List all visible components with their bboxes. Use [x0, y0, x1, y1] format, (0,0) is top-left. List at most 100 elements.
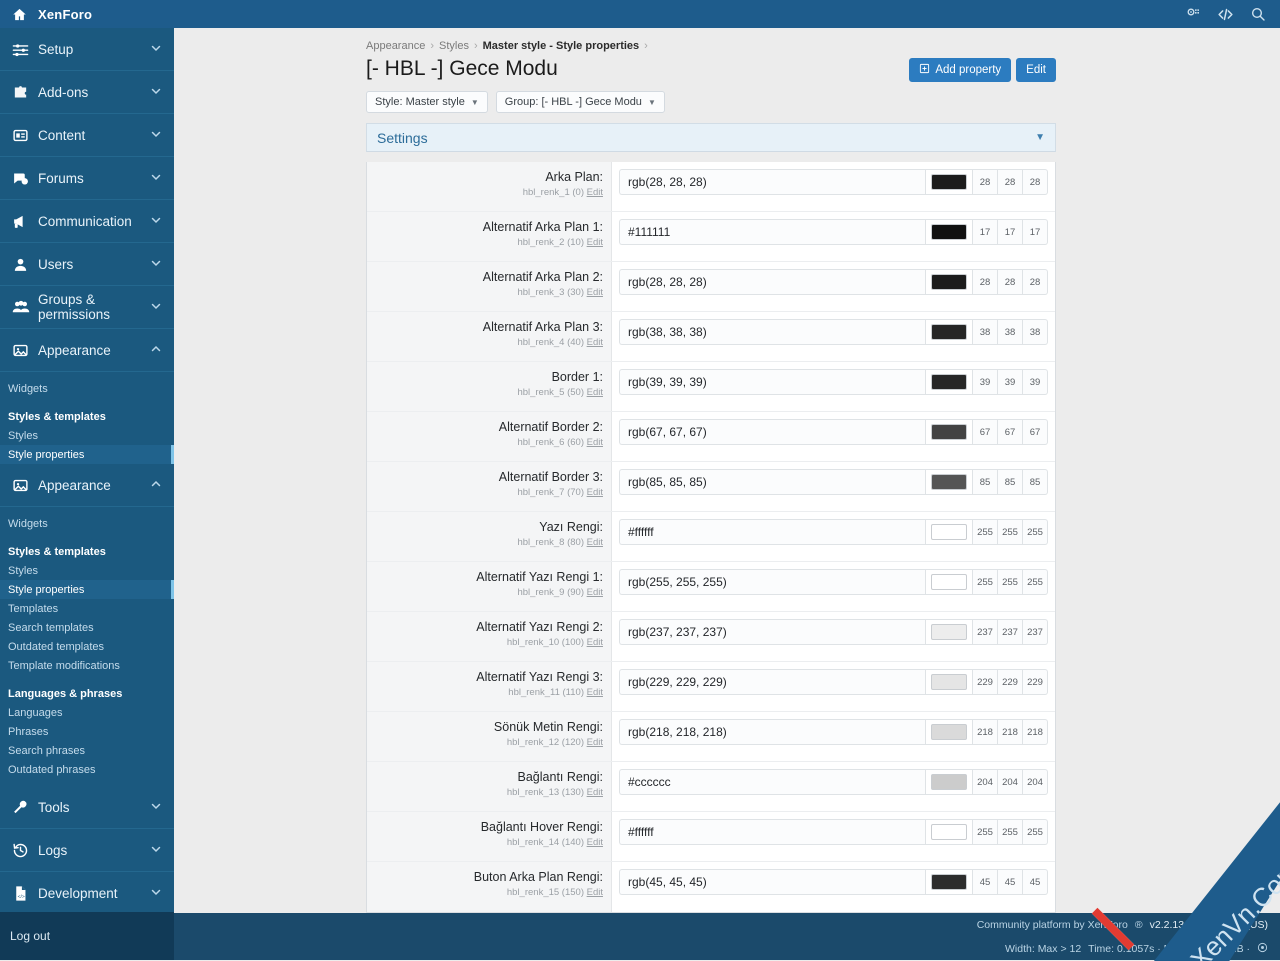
community-platform-link[interactable]: Community platform by XenForo	[977, 919, 1128, 931]
sidebar-item-tools[interactable]: Tools	[0, 786, 174, 829]
color-green-value[interactable]: 67	[998, 419, 1023, 445]
color-blue-value[interactable]: 39	[1023, 369, 1048, 395]
sidebar-subitem-template-modifications[interactable]: Template modifications	[0, 656, 174, 675]
sidebar-item-forums[interactable]: Forums	[0, 157, 174, 200]
sidebar-subitem-style-properties[interactable]: Style properties	[0, 445, 174, 464]
color-blue-value[interactable]: 67	[1023, 419, 1048, 445]
color-blue-value[interactable]: 204	[1023, 769, 1048, 795]
color-value-input[interactable]: rgb(38, 38, 38)	[619, 319, 925, 345]
color-blue-value[interactable]: 38	[1023, 319, 1048, 345]
color-swatch-button[interactable]	[925, 669, 973, 695]
color-red-value[interactable]: 85	[973, 469, 998, 495]
color-red-value[interactable]: 28	[973, 169, 998, 195]
breadcrumb-item-styles[interactable]: Styles	[439, 40, 469, 52]
sidebar-item-setup[interactable]: Setup	[0, 28, 174, 71]
color-red-value[interactable]: 28	[973, 269, 998, 295]
color-value-input[interactable]: rgb(255, 255, 255)	[619, 569, 925, 595]
color-value-input[interactable]: #ffffff	[619, 819, 925, 845]
color-blue-value[interactable]: 255	[1023, 819, 1048, 845]
property-edit-link[interactable]: Edit	[587, 837, 603, 848]
color-swatch-button[interactable]	[925, 569, 973, 595]
color-green-value[interactable]: 218	[998, 719, 1023, 745]
color-green-value[interactable]: 28	[998, 169, 1023, 195]
color-green-value[interactable]: 28	[998, 269, 1023, 295]
sidebar-subitem-widgets[interactable]: Widgets	[0, 379, 174, 398]
color-red-value[interactable]: 45	[973, 869, 998, 895]
color-red-value[interactable]: 67	[973, 419, 998, 445]
color-blue-value[interactable]: 85	[1023, 469, 1048, 495]
color-green-value[interactable]: 17	[998, 219, 1023, 245]
home-icon[interactable]	[0, 7, 38, 22]
sidebar-item-communication[interactable]: Communication	[0, 200, 174, 243]
color-red-value[interactable]: 218	[973, 719, 998, 745]
color-green-value[interactable]: 45	[998, 869, 1023, 895]
sidebar-subitem-styles[interactable]: Styles	[0, 426, 174, 445]
color-red-value[interactable]: 229	[973, 669, 998, 695]
property-edit-link[interactable]: Edit	[587, 737, 603, 748]
color-swatch-button[interactable]	[925, 619, 973, 645]
breadcrumb-item-appearance[interactable]: Appearance	[366, 40, 425, 52]
color-swatch-button[interactable]	[925, 469, 973, 495]
color-value-input[interactable]: rgb(28, 28, 28)	[619, 269, 925, 295]
sidebar-subitem-languages[interactable]: Languages	[0, 703, 174, 722]
color-value-input[interactable]: rgb(229, 229, 229)	[619, 669, 925, 695]
sidebar-item-content[interactable]: Content	[0, 114, 174, 157]
sidebar-item-users[interactable]: Users	[0, 243, 174, 286]
color-blue-value[interactable]: 45	[1023, 869, 1048, 895]
breadcrumb-item-master-style[interactable]: Master style - Style properties	[483, 40, 640, 52]
color-red-value[interactable]: 255	[973, 519, 998, 545]
property-edit-link[interactable]: Edit	[587, 387, 603, 398]
color-green-value[interactable]: 204	[998, 769, 1023, 795]
color-blue-value[interactable]: 28	[1023, 269, 1048, 295]
color-blue-value[interactable]: 218	[1023, 719, 1048, 745]
edit-button[interactable]: Edit	[1016, 58, 1056, 82]
property-edit-link[interactable]: Edit	[587, 587, 603, 598]
color-swatch-button[interactable]	[925, 369, 973, 395]
color-value-input[interactable]: rgb(218, 218, 218)	[619, 719, 925, 745]
property-edit-link[interactable]: Edit	[587, 237, 603, 248]
color-red-value[interactable]: 204	[973, 769, 998, 795]
property-edit-link[interactable]: Edit	[587, 487, 603, 498]
color-red-value[interactable]: 237	[973, 619, 998, 645]
color-swatch-button[interactable]	[925, 169, 973, 195]
sidebar-subitem-search-templates[interactable]: Search templates	[0, 618, 174, 637]
gear-icon[interactable]	[1257, 942, 1268, 956]
search-icon[interactable]	[1250, 6, 1266, 22]
color-blue-value[interactable]: 229	[1023, 669, 1048, 695]
color-blue-value[interactable]: 237	[1023, 619, 1048, 645]
code-icon[interactable]	[1217, 6, 1234, 23]
group-filter-dropdown[interactable]: Group: [- HBL -] Gece Modu ▼	[495, 91, 665, 113]
property-edit-link[interactable]: Edit	[587, 637, 603, 648]
property-edit-link[interactable]: Edit	[587, 437, 603, 448]
color-value-input[interactable]: rgb(67, 67, 67)	[619, 419, 925, 445]
color-red-value[interactable]: 255	[973, 569, 998, 595]
color-swatch-button[interactable]	[925, 819, 973, 845]
color-green-value[interactable]: 255	[998, 819, 1023, 845]
color-value-input[interactable]: #111111	[619, 219, 925, 245]
sidebar-subitem-search-phrases[interactable]: Search phrases	[0, 741, 174, 760]
property-edit-link[interactable]: Edit	[587, 337, 603, 348]
color-value-input[interactable]: #cccccc	[619, 769, 925, 795]
color-green-value[interactable]: 255	[998, 519, 1023, 545]
sidebar-subitem-outdated-phrases[interactable]: Outdated phrases	[0, 760, 174, 779]
sidebar-subitem-style-properties[interactable]: Style properties	[0, 580, 174, 599]
color-green-value[interactable]: 229	[998, 669, 1023, 695]
color-blue-value[interactable]: 17	[1023, 219, 1048, 245]
chevron-down-icon[interactable]: ▼	[1035, 132, 1045, 143]
property-edit-link[interactable]: Edit	[587, 187, 603, 198]
color-value-input[interactable]: rgb(28, 28, 28)	[619, 169, 925, 195]
color-red-value[interactable]: 255	[973, 819, 998, 845]
sidebar-item-logs[interactable]: Logs	[0, 829, 174, 872]
color-value-input[interactable]: rgb(45, 45, 45)	[619, 869, 925, 895]
style-filter-dropdown[interactable]: Style: Master style ▼	[366, 91, 488, 113]
color-green-value[interactable]: 39	[998, 369, 1023, 395]
sidebar-subitem-widgets[interactable]: Widgets	[0, 514, 174, 533]
color-red-value[interactable]: 17	[973, 219, 998, 245]
sidebar-item-add-ons[interactable]: Add-ons	[0, 71, 174, 114]
property-edit-link[interactable]: Edit	[587, 537, 603, 548]
color-blue-value[interactable]: 255	[1023, 569, 1048, 595]
logout-button[interactable]: Log out	[0, 912, 174, 960]
color-green-value[interactable]: 237	[998, 619, 1023, 645]
color-blue-value[interactable]: 28	[1023, 169, 1048, 195]
color-green-value[interactable]: 85	[998, 469, 1023, 495]
